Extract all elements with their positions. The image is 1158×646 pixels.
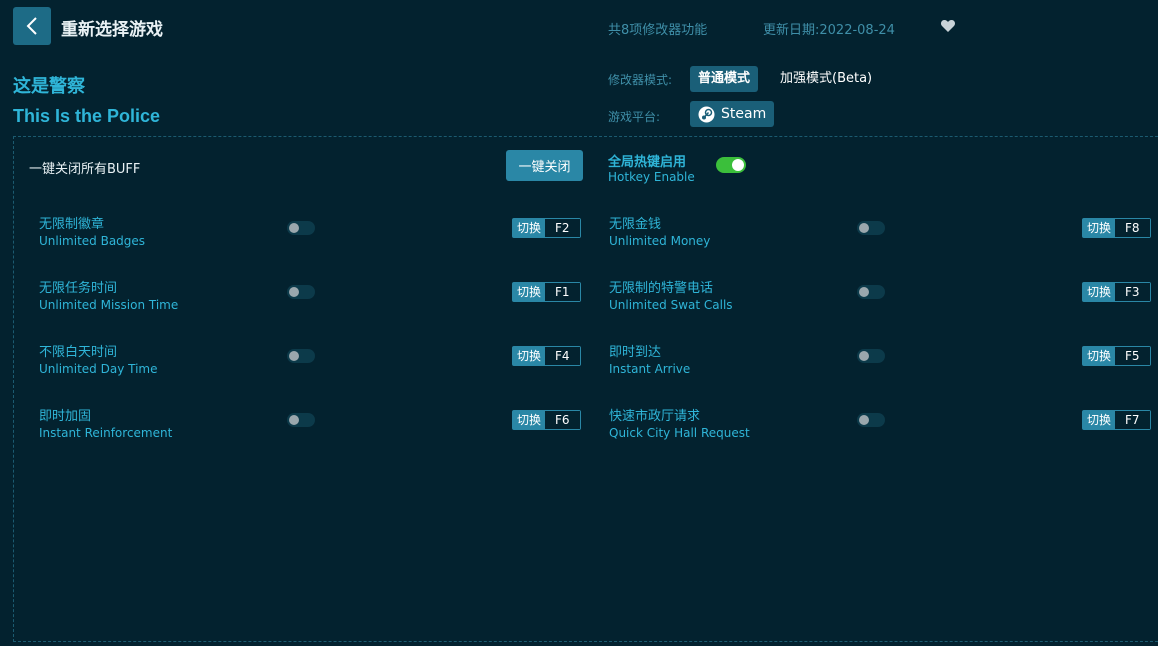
chevron-left-icon [26,17,37,35]
toggle-knob [859,415,869,425]
option-toggle[interactable] [857,413,885,427]
option-label-en: Quick City Hall Request [609,426,750,440]
option-toggle[interactable] [287,285,315,299]
option-label-cn: 无限制的特警电话 [609,281,714,296]
hotkey-key: F1 [545,283,580,301]
hotkey-switch-badge[interactable]: 切换 F2 [512,218,581,238]
option-label-en: Unlimited Swat Calls [609,298,733,312]
option-item: 无限金钱 Unlimited Money [609,213,710,248]
mode-label: 修改器模式: [608,73,673,87]
hotkey-switch-badge[interactable]: 切换 F5 [1082,346,1151,366]
option-item: 快速市政厅请求 Quick City Hall Request [609,405,750,440]
option-label-cn: 即时加固 [39,409,92,424]
heart-icon[interactable] [940,18,956,34]
option-label-en: Instant Arrive [609,362,691,376]
hotkey-switch-badge[interactable]: 切换 F3 [1082,282,1151,302]
option-toggle[interactable] [287,221,315,235]
option-label-en: Instant Reinforcement [39,426,173,440]
switch-label: 切换 [1083,411,1116,429]
hotkey-enable-label-en: Hotkey Enable [608,170,695,184]
option-toggle[interactable] [287,349,315,363]
hotkey-key: F3 [1115,283,1150,301]
hotkey-switch-badge[interactable]: 切换 F1 [512,282,581,302]
option-toggle[interactable] [857,285,885,299]
platform-label: 游戏平台: [608,110,661,124]
option-label-en: Unlimited Day Time [39,362,158,376]
hotkey-key: F4 [545,347,580,365]
option-label-en: Unlimited Money [609,234,711,248]
toggle-knob [859,351,869,361]
toggle-knob [289,223,299,233]
option-item: 无限制的特警电话 Unlimited Swat Calls [609,277,733,312]
option-toggle[interactable] [287,413,315,427]
hotkey-enable-label-cn: 全局热键启用 [608,155,687,170]
option-label-cn: 无限任务时间 [39,281,118,296]
option-label-cn: 不限白天时间 [39,345,118,360]
enhanced-mode-button[interactable]: 加强模式(Beta) [772,66,880,92]
option-item: 即时到达 Instant Arrive [609,341,690,376]
close-all-button[interactable]: 一键关闭 [506,150,583,181]
game-name-en: This Is the Police [13,106,161,126]
platform-name: Steam [721,106,767,122]
hotkey-key: F2 [545,219,580,237]
switch-label: 切换 [513,411,546,429]
option-label-en: Unlimited Mission Time [39,298,179,312]
option-item: 无限制徽章 Unlimited Badges [39,213,145,248]
option-item: 即时加固 Instant Reinforcement [39,405,172,440]
option-label-cn: 即时到达 [609,345,662,360]
hotkey-key: F6 [545,411,580,429]
option-label-en: Unlimited Badges [39,234,146,248]
hotkey-key: F7 [1115,411,1150,429]
hotkey-key: F8 [1115,219,1150,237]
game-name-cn: 这是警察 [13,76,85,97]
hotkey-key: F5 [1115,347,1150,365]
option-item: 无限任务时间 Unlimited Mission Time [39,277,178,312]
switch-label: 切换 [1083,283,1116,301]
toggle-knob [859,223,869,233]
close-all-buff-label: 一键关闭所有BUFF [29,162,141,177]
option-item: 不限白天时间 Unlimited Day Time [39,341,157,376]
hotkey-switch-badge[interactable]: 切换 F8 [1082,218,1151,238]
option-label-cn: 无限金钱 [609,217,662,232]
toggle-knob [289,351,299,361]
option-toggle[interactable] [857,349,885,363]
hotkey-switch-badge[interactable]: 切换 F4 [512,346,581,366]
update-date: 更新日期:2022-08-24 [763,23,895,38]
options-panel [13,136,1158,642]
toggle-knob [289,415,299,425]
toggle-knob [859,287,869,297]
option-toggle[interactable] [857,221,885,235]
toggle-knob [732,159,744,171]
feature-count: 共8项修改器功能 [608,23,708,38]
switch-label: 切换 [513,219,546,237]
toggle-knob [289,287,299,297]
normal-mode-button[interactable]: 普通模式 [690,66,759,92]
switch-label: 切换 [513,283,546,301]
switch-label: 切换 [513,347,546,365]
back-button[interactable] [13,7,51,45]
steam-icon [698,106,715,122]
hotkey-switch-badge[interactable]: 切换 F7 [1082,410,1151,430]
page-title: 重新选择游戏 [61,20,163,40]
switch-label: 切换 [1083,347,1116,365]
option-label-cn: 快速市政厅请求 [609,409,701,424]
switch-label: 切换 [1083,219,1116,237]
steam-platform-button[interactable]: Steam [690,101,775,127]
hotkey-enable-toggle[interactable] [716,157,746,173]
option-label-cn: 无限制徽章 [39,217,105,232]
hotkey-switch-badge[interactable]: 切换 F6 [512,410,581,430]
